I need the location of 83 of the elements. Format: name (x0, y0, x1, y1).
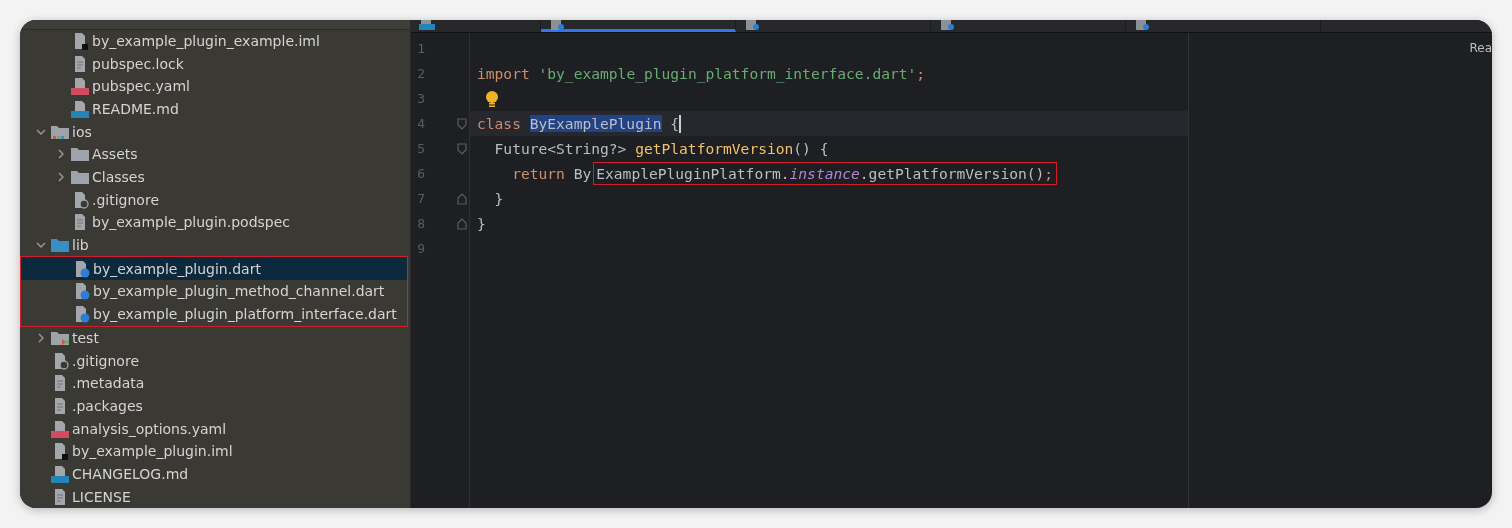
line-number: 8 (416, 216, 425, 231)
text-caret (679, 114, 681, 133)
tree-item[interactable]: pubspec.yaml (20, 74, 410, 98)
folder-icon (50, 329, 70, 346)
tree-item[interactable]: by_example_plugin.dart (21, 257, 407, 281)
code-line: Future<String?> getPlatformVersion() { (493, 140, 829, 157)
line-number: 6 (416, 166, 425, 181)
tree-item[interactable]: .gitignore (20, 349, 410, 372)
line-number: 4 (416, 116, 425, 131)
tree-item[interactable]: CHANGELOG.md (20, 462, 410, 486)
file-name: by_example_plugin_example.iml (92, 33, 320, 48)
line-number: 9 (416, 241, 425, 256)
folder-icon (50, 123, 70, 140)
chevron-icon[interactable] (56, 149, 66, 160)
file-name: .packages (72, 398, 143, 413)
fold-icon[interactable] (457, 142, 467, 155)
tree-item[interactable]: by_example_plugin.podspec (20, 211, 410, 234)
file-name: .gitignore (92, 192, 159, 207)
file-name: .gitignore (72, 353, 139, 368)
code-line: class ByExamplePlugin { (477, 115, 680, 132)
tree-item[interactable]: by_example_plugin_platform_interface.dart (21, 302, 407, 326)
line-number: 3 (416, 91, 425, 106)
file-icon (419, 20, 435, 30)
line-number: 1 (416, 41, 425, 56)
code-line: return By (511, 165, 592, 182)
file-name: Classes (92, 170, 145, 185)
editor-tab[interactable] (541, 20, 736, 32)
file-name: LICENSE (72, 489, 131, 504)
tree-item[interactable]: LICENSE (20, 485, 410, 508)
tree-item[interactable]: by_example_plugin_method_channel.dart (21, 280, 407, 303)
annotation-box: ExamplePluginPlatform.instance.getPlatformVersion(); (593, 162, 1058, 185)
file-icon (1134, 20, 1150, 30)
folder-icon (70, 169, 90, 186)
chevron-icon[interactable] (56, 172, 66, 183)
file-icon (50, 419, 70, 438)
reader-mode-label[interactable]: Rea (1469, 41, 1492, 55)
fold-icon[interactable] (457, 217, 467, 230)
file-name: Assets (92, 147, 138, 162)
file-name: by_example_plugin_platform_interface.dart (93, 307, 397, 322)
code-line: } (477, 215, 486, 232)
file-icon (939, 20, 955, 30)
file-icon (70, 99, 90, 118)
code-line: } (493, 190, 504, 207)
file-icon (70, 77, 90, 96)
file-name: lib (72, 238, 89, 253)
file-name: .metadata (72, 376, 145, 391)
file-name: test (72, 330, 99, 345)
tree-item[interactable]: analysis_options.yaml (20, 417, 410, 440)
file-name: analysis_options.yaml (72, 421, 227, 436)
file-name: by_example_plugin.iml (72, 444, 233, 459)
file-name: by_example_plugin_method_channel.dart (93, 284, 385, 299)
file-name: CHANGELOG.md (72, 466, 189, 481)
file-icon (744, 20, 760, 30)
tree-item[interactable]: Assets (20, 143, 410, 166)
tree-item[interactable]: Classes (20, 165, 410, 189)
tree-item[interactable]: .metadata (20, 371, 410, 395)
fold-icon[interactable] (457, 117, 467, 130)
fold-icon[interactable] (457, 192, 467, 205)
lightbulb-icon[interactable] (485, 89, 499, 108)
file-name: by_example_plugin.dart (93, 261, 261, 276)
file-icon (50, 464, 70, 483)
tree-item[interactable]: test (20, 326, 410, 350)
line-number: 5 (416, 141, 425, 156)
file-icon (549, 20, 565, 30)
tree-item[interactable]: pubspec.lock (20, 52, 410, 75)
code-line: import 'by_example_plugin_platform_interface.dart'; (477, 65, 926, 82)
line-number: 7 (416, 191, 425, 206)
tree-item[interactable]: .packages (20, 394, 410, 418)
tree-item[interactable]: by_example_plugin_example.iml (20, 29, 410, 53)
line-number: 2 (416, 66, 425, 81)
tree-item[interactable]: ios (20, 120, 410, 143)
tree-item[interactable]: by_example_plugin.iml (20, 439, 410, 463)
file-name: pubspec.lock (92, 56, 184, 71)
tree-item[interactable]: .gitignore (20, 188, 410, 212)
folder-icon (70, 146, 90, 163)
tree-item[interactable]: README.md (20, 97, 410, 121)
file-name: pubspec.yaml (92, 79, 190, 94)
chevron-icon[interactable] (36, 332, 46, 343)
file-name: by_example_plugin.podspec (92, 215, 290, 230)
tree-item[interactable]: lib (20, 233, 410, 257)
file-name: README.md (92, 101, 179, 116)
folder-icon (50, 237, 70, 254)
file-name: ios (72, 124, 92, 139)
